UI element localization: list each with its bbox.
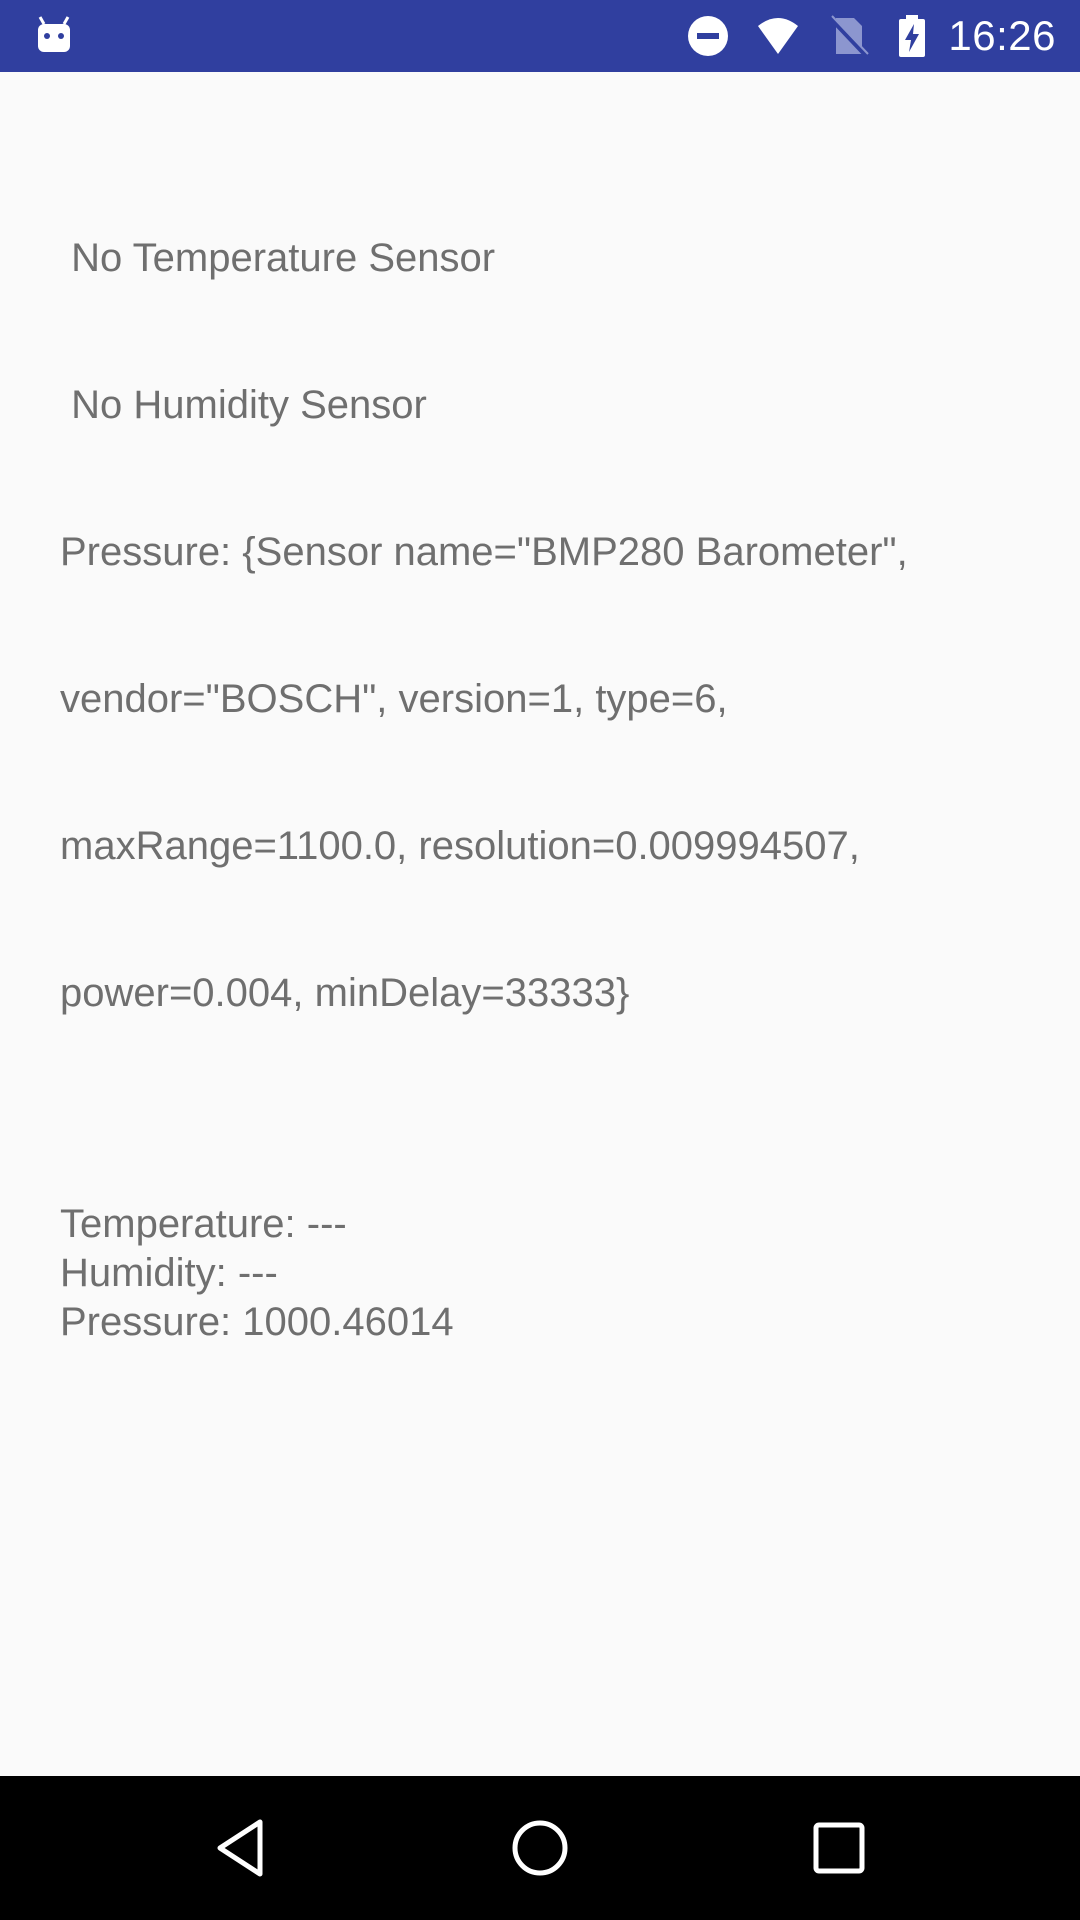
no-sim-icon xyxy=(826,14,870,58)
sensor-info: No Temperature Sensor No Humidity Sensor… xyxy=(60,136,1020,1116)
pressure-reading: Pressure: 1000.46014 xyxy=(60,1300,454,1344)
temperature-reading: Temperature: --- xyxy=(60,1202,347,1246)
wifi-icon xyxy=(756,14,800,58)
battery-charging-icon xyxy=(896,14,928,58)
status-icons: 16:26 xyxy=(686,0,1056,72)
navigation-bar xyxy=(0,1776,1080,1920)
sensor-info-line: No Humidity Sensor xyxy=(60,383,427,427)
clock: 16:26 xyxy=(948,12,1056,59)
status-bar: 16:26 xyxy=(0,0,1080,72)
sensor-info-line: vendor="BOSCH", version=1, type=6, xyxy=(60,677,728,721)
sensor-info-line: No Temperature Sensor xyxy=(60,236,496,280)
home-icon[interactable] xyxy=(504,1812,576,1884)
humidity-reading: Humidity: --- xyxy=(60,1251,278,1295)
do-not-disturb-icon xyxy=(686,14,730,58)
back-icon[interactable] xyxy=(206,1812,278,1884)
sensor-info-line: maxRange=1100.0, resolution=0.009994507, xyxy=(60,824,860,868)
main-content: No Temperature Sensor No Humidity Sensor… xyxy=(60,72,1020,1347)
sensor-info-line: Pressure: {Sensor name="BMP280 Barometer… xyxy=(60,530,908,574)
recents-icon[interactable] xyxy=(803,1812,875,1884)
android-debug-icon xyxy=(34,14,74,54)
readings: Temperature: --- Humidity: --- Pressure:… xyxy=(60,1200,1020,1347)
sensor-info-line: power=0.004, minDelay=33333} xyxy=(60,971,630,1015)
